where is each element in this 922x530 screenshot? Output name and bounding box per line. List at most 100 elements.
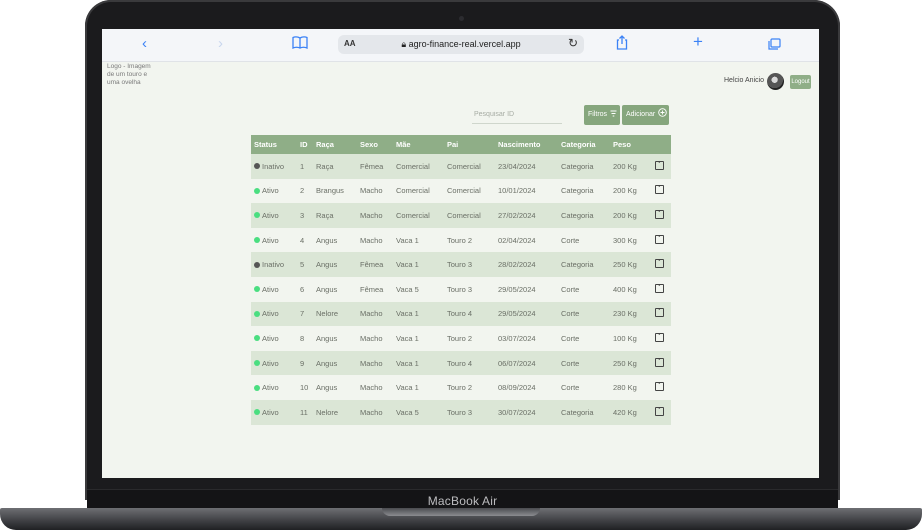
- status-dot: [254, 187, 260, 194]
- col-pai[interactable]: Pai: [444, 140, 495, 149]
- avatar[interactable]: [767, 73, 784, 90]
- camera: [459, 16, 464, 21]
- status-cell: Ativo: [251, 359, 297, 368]
- action-cell: [647, 308, 671, 319]
- peso-cell: 400 Kg: [613, 284, 637, 294]
- table-row[interactable]: Ativo 2 Brangus Macho Comercial Comercial 10/0…: [251, 178, 671, 204]
- nascimento-cell: 23/04/2024: [498, 161, 536, 171]
- peso-cell: 200 Kg: [613, 186, 637, 196]
- mae-cell: Comercial: [396, 186, 430, 196]
- sexo-cell: Fêmea: [360, 284, 384, 294]
- pai-cell: Touro 2: [447, 333, 473, 343]
- status-dot: [254, 409, 260, 416]
- search-input[interactable]: [472, 105, 562, 124]
- id-cell: 4: [300, 235, 305, 245]
- url-text: 🔒︎ agro-finance-real.vercel.app: [401, 39, 521, 49]
- categoria-cell: Corte: [561, 333, 580, 343]
- reload-icon[interactable]: ↻: [568, 36, 578, 50]
- table-row[interactable]: Inativo 5 Angus Fêmea Vaca 1 Touro 3 28/02/202…: [251, 252, 671, 277]
- logo-image: Logo - Imagem de um touro e uma ovelha: [107, 63, 151, 86]
- col-peso[interactable]: Peso: [610, 140, 647, 149]
- pai-cell: Touro 3: [447, 407, 473, 417]
- forward-icon[interactable]: ›: [218, 35, 223, 53]
- raca-cell: Nelore: [316, 407, 339, 417]
- address-bar[interactable]: AA 🔒︎ agro-finance-real.vercel.app ↻: [338, 35, 584, 54]
- filter-button[interactable]: Filtros: [584, 105, 620, 125]
- col-id[interactable]: ID: [297, 140, 313, 149]
- status-cell: Inativo: [251, 260, 297, 269]
- action-cell: [647, 160, 671, 172]
- table-row[interactable]: Ativo 6 Angus Fêmea Vaca 5 Touro 3 29/05/2024 C…: [251, 276, 671, 302]
- raca-cell: Angus: [316, 260, 338, 270]
- categoria-cell: Corte: [561, 235, 580, 245]
- logout-button[interactable]: Logout: [790, 75, 811, 89]
- status-cell: Ativo: [251, 186, 297, 195]
- add-button[interactable]: Adicionar: [622, 105, 669, 125]
- col-raca[interactable]: Raça: [313, 140, 357, 149]
- status-text: Ativo: [262, 407, 279, 417]
- edit-icon[interactable]: [654, 185, 664, 195]
- id-cell: 7: [300, 309, 305, 319]
- edit-icon[interactable]: [654, 406, 664, 416]
- categoria-cell: Categoria: [561, 186, 594, 196]
- table-row[interactable]: Ativo 4 Angus Macho Vaca 1 Touro 2 02/04/2024 C…: [251, 227, 671, 253]
- table-row[interactable]: Ativo 9 Angus Macho Vaca 1 Touro 4 06/07/2024 C…: [251, 350, 671, 376]
- tabs-icon[interactable]: [768, 37, 781, 55]
- table-row[interactable]: Ativo 3 Raça Macho Comercial Comercial 27/02/2…: [251, 203, 671, 228]
- table-row[interactable]: Inativo 1 Raça Fêmea Comercial Comercial 23/04…: [251, 154, 671, 179]
- status-dot: [254, 261, 260, 268]
- raca-cell: Brangus: [316, 186, 344, 196]
- status-dot: [254, 212, 260, 219]
- sexo-cell: Macho: [360, 407, 383, 417]
- share-icon[interactable]: [616, 35, 628, 55]
- edit-icon[interactable]: [654, 209, 664, 219]
- edit-icon[interactable]: [654, 308, 664, 318]
- table-row[interactable]: Ativo 11 Nelore Macho Vaca 5 Touro 3 30/07/202…: [251, 399, 671, 425]
- table-row[interactable]: Ativo 7 Nelore Macho Vaca 1 Touro 4 29/05/2024…: [251, 301, 671, 327]
- col-mae[interactable]: Mãe: [393, 140, 444, 149]
- action-cell: [647, 382, 671, 393]
- col-sexo[interactable]: Sexo: [357, 140, 393, 149]
- table-row[interactable]: Ativo 10 Angus Macho Vaca 1 Touro 2 08/09/2024…: [251, 375, 671, 400]
- back-icon[interactable]: ‹: [142, 35, 147, 53]
- nascimento-cell: 10/01/2024: [498, 186, 536, 196]
- status-dot: [254, 360, 260, 367]
- action-cell: [647, 357, 671, 369]
- edit-icon[interactable]: [654, 160, 664, 170]
- bookmarks-icon[interactable]: [292, 36, 308, 54]
- status-cell: Ativo: [251, 408, 297, 417]
- categoria-cell: Corte: [561, 309, 580, 319]
- status-cell: Ativo: [251, 383, 297, 392]
- edit-icon[interactable]: [654, 234, 664, 244]
- new-tab-icon[interactable]: +: [693, 33, 703, 51]
- categoria-cell: Categoria: [561, 407, 594, 417]
- id-cell: 10: [300, 383, 309, 393]
- action-cell: [647, 209, 671, 221]
- id-cell: 6: [300, 284, 305, 294]
- edit-icon[interactable]: [654, 332, 664, 342]
- table-header: Status ID Raça Sexo Mãe Pai Nascimento C…: [251, 135, 671, 154]
- raca-cell: Angus: [316, 284, 338, 294]
- col-nascimento[interactable]: Nascimento: [495, 140, 558, 149]
- nascimento-cell: 06/07/2024: [498, 358, 536, 368]
- peso-cell: 420 Kg: [613, 407, 637, 417]
- status-cell: Ativo: [251, 309, 297, 318]
- edit-icon[interactable]: [654, 283, 664, 293]
- status-text: Ativo: [262, 333, 279, 343]
- edit-icon[interactable]: [654, 259, 664, 269]
- peso-cell: 300 Kg: [613, 235, 637, 245]
- status-dot: [254, 310, 260, 317]
- sexo-cell: Macho: [360, 309, 383, 319]
- table-row[interactable]: Ativo 8 Angus Macho Vaca 1 Touro 2 03/07/2024 C…: [251, 326, 671, 351]
- raca-cell: Angus: [316, 235, 338, 245]
- add-circle-icon: [658, 105, 667, 125]
- mae-cell: Vaca 1: [396, 358, 419, 368]
- sexo-cell: Macho: [360, 333, 383, 343]
- edit-icon[interactable]: [654, 357, 664, 367]
- nascimento-cell: 29/05/2024: [498, 309, 536, 319]
- col-categoria[interactable]: Categoria: [558, 140, 610, 149]
- categoria-cell: Categoria: [561, 161, 594, 171]
- edit-icon[interactable]: [654, 382, 664, 392]
- col-status[interactable]: Status: [251, 140, 297, 149]
- table-body: Inativo 1 Raça Fêmea Comercial Comercial 23/04…: [251, 154, 671, 425]
